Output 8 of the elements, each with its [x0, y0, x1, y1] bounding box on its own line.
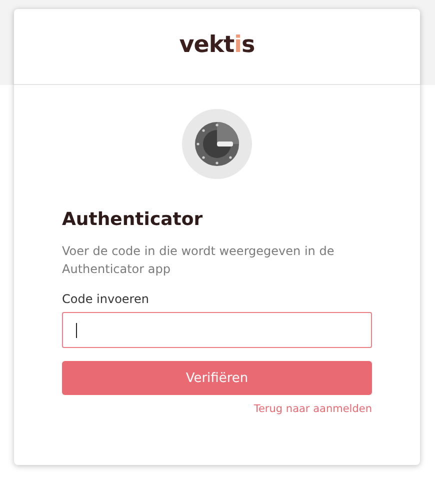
field-label: Code invoeren [62, 292, 150, 306]
logo: vektis [179, 32, 255, 58]
back-to-login-link[interactable]: Terug naar aanmelden [254, 403, 372, 415]
authenticator-icon [182, 109, 252, 179]
verify-button[interactable]: Verifiëren [62, 361, 372, 395]
code-input-field[interactable] [62, 312, 372, 348]
page-title: Authenticator [62, 209, 204, 230]
instruction-text: Voer de code in die wordt weergegeven in de Authenticator app [62, 243, 336, 278]
